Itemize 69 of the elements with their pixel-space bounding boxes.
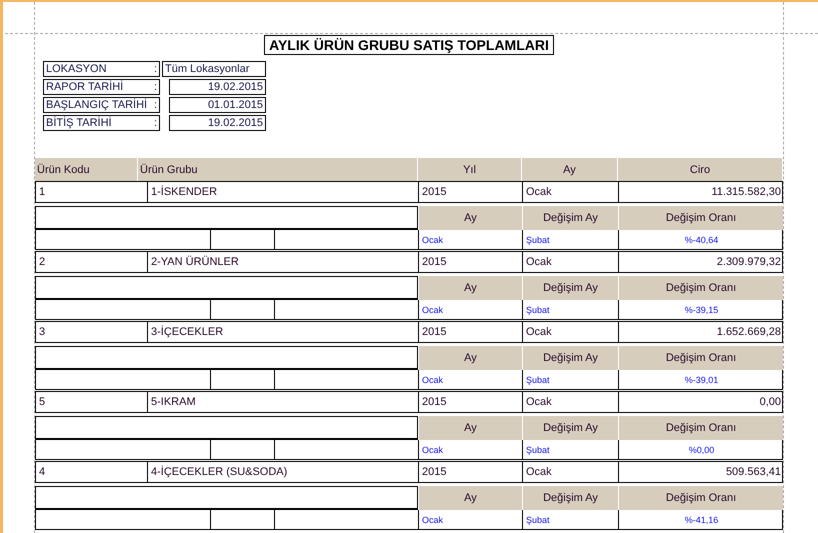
table-cell: Ocak [523, 182, 619, 202]
table-cell: 1-İSKENDER [148, 182, 419, 202]
column-header: Ay [418, 206, 522, 230]
table-cell-text: 2.309.979,32 [716, 255, 782, 270]
table-cell: Ocak [523, 252, 619, 272]
table-cell: Ocak [419, 440, 523, 459]
column-header: Değişim Oranı [618, 206, 783, 230]
info-value: 01.01.2015 [169, 97, 266, 113]
table-cell: 2015 [419, 182, 523, 202]
column-header: Değişim Ay [522, 346, 618, 370]
table-cell: Ocak [523, 322, 619, 342]
column-header: Değişim Ay [522, 276, 618, 300]
table-cell: Ocak [419, 370, 523, 389]
table-cell: Ocak [419, 510, 523, 529]
table-cell: Ocak [419, 300, 523, 319]
table-cell: Şubat [523, 300, 619, 319]
table-cell: Şubat [523, 440, 619, 459]
table-cell: 2015 [419, 392, 523, 412]
column-header: Değişim Oranı [618, 486, 783, 510]
info-label: BİTİŞ TARİHİ : [43, 115, 160, 131]
column-header: Ay [418, 346, 522, 370]
column-header: Değişim Oranı [618, 276, 783, 300]
table-cell: Şubat [523, 370, 619, 389]
column-header: Değişim Oranı [618, 416, 783, 440]
table-cell: Ocak [523, 392, 619, 412]
table-cell: 5 [36, 392, 148, 412]
table-cell: 2015 [419, 462, 523, 482]
column-header: Değişim Oranı [618, 346, 783, 370]
table-cell: Ocak [523, 462, 619, 482]
table-cell: 1 [36, 182, 148, 202]
column-header: Değişim Ay [522, 486, 618, 510]
column-header: Ürün Kodu [35, 158, 138, 182]
info-value: Tüm Lokasyonlar [162, 61, 266, 77]
column-header: Değişim Ay [522, 416, 618, 440]
table-cell: 4 [36, 462, 148, 482]
column-header: Değişim Ay [522, 206, 618, 230]
table-cell: 2-YAN ÜRÜNLER [148, 252, 419, 272]
table-cell: Ocak [419, 230, 523, 249]
table-cell: 2015 [419, 322, 523, 342]
column-header: Ay [418, 486, 522, 510]
column-header: Ay [418, 416, 522, 440]
table-cell: 5-IKRAM [148, 392, 419, 412]
table-cell: 4-İÇECEKLER (SU&SODA) [148, 462, 419, 482]
table-cell-text: 11.315.582,30 [710, 185, 782, 200]
table-cell: 3 [36, 322, 148, 342]
table-cell: 2015 [419, 252, 523, 272]
table-cell-text: 509.563,41 [724, 465, 782, 480]
info-value: 19.02.2015 [169, 79, 266, 95]
info-label: RAPOR TARİHİ : [43, 79, 160, 95]
info-value: 19.02.2015 [169, 115, 266, 131]
table-cell: Şubat [523, 230, 619, 249]
table-cell-text: %-40,64 [684, 234, 720, 246]
column-header: Ürün Grubu [138, 158, 418, 182]
table-cell-text: 0,00 [758, 395, 782, 410]
table-cell-text: %-39,15 [684, 304, 720, 316]
table-cell: Şubat [523, 510, 619, 529]
report-title: AYLIK ÜRÜN GRUBU SATIŞ TOPLAMLARI [264, 35, 554, 55]
table-cell-text: %-41,16 [684, 514, 720, 526]
info-label: BAŞLANGIÇ TARİHİ : [43, 97, 160, 113]
table-cell-text: %0,00 [688, 444, 716, 456]
column-header: Ay [418, 276, 522, 300]
column-header: Yıl [418, 158, 522, 182]
table-cell: 2 [36, 252, 148, 272]
table-cell: 3-İÇECEKLER [148, 322, 419, 342]
info-label: LOKASYON : [43, 61, 160, 77]
column-header: Ciro [618, 158, 783, 182]
column-header: Ay [522, 158, 618, 182]
table-cell-text: %-39,01 [684, 374, 720, 386]
table-cell-text: 1.652.669,28 [716, 325, 782, 340]
